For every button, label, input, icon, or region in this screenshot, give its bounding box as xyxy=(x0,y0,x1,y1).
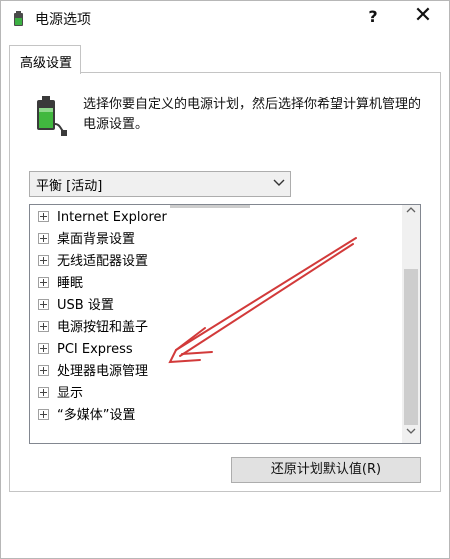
tree-item-power-buttons-lid[interactable]: 电源按钮和盖子 xyxy=(38,317,148,339)
vertical-scrollbar[interactable] xyxy=(402,205,420,443)
restore-defaults-button[interactable]: 还原计划默认值(R) xyxy=(231,457,421,483)
chevron-down-icon xyxy=(406,428,416,434)
scroll-down-button[interactable] xyxy=(402,426,420,443)
tree-item-usb[interactable]: USB 设置 xyxy=(38,295,114,317)
tree-item-label: 睡眠 xyxy=(57,276,84,291)
window-title: 电源选项 xyxy=(35,12,91,28)
power-settings-tree[interactable]: Internet Explorer 桌面背景设置 无线适配器设置 睡眠 USB … xyxy=(29,204,421,444)
tree-item-internet-explorer[interactable]: Internet Explorer xyxy=(38,207,167,229)
expand-icon[interactable] xyxy=(38,343,49,354)
tree-item-label: “多媒体”设置 xyxy=(57,408,136,423)
tree-item-desktop-background[interactable]: 桌面背景设置 xyxy=(38,229,135,251)
tree-item-label: 桌面背景设置 xyxy=(57,232,136,247)
description-text: 选择你要自定义的电源计划，然后选择你希望计算机管理的电源设置。 xyxy=(83,97,422,132)
expand-icon[interactable] xyxy=(38,365,49,376)
tree-item-display[interactable]: 显示 xyxy=(38,383,83,405)
title-bar: 电源选项 ? ✕ xyxy=(1,1,449,35)
tree-item-label: USB 设置 xyxy=(57,298,114,313)
power-plan-select[interactable]: 平衡 [活动] xyxy=(29,171,291,197)
expand-icon[interactable] xyxy=(38,387,49,398)
power-plan-select-value: 平衡 [活动] xyxy=(36,179,103,194)
tree-item-label: Internet Explorer xyxy=(57,210,167,225)
tree-item-processor-power[interactable]: 处理器电源管理 xyxy=(38,361,148,383)
chevron-up-icon xyxy=(406,207,416,213)
tree-item-label: 显示 xyxy=(57,386,84,401)
tab-advanced-settings[interactable]: 高级设置 xyxy=(9,45,81,74)
scrollbar-thumb[interactable] xyxy=(404,269,418,425)
tree-item-label: PCI Express xyxy=(57,342,133,357)
expand-icon[interactable] xyxy=(38,255,49,266)
scroll-up-button[interactable] xyxy=(402,205,420,222)
scroll-position-marker xyxy=(170,205,250,208)
power-options-window: 电源选项 ? ✕ 高级设置 选择你要自定义的电源计划，然后选择你希望计算机管理的… xyxy=(0,0,450,559)
tree-item-pci-express[interactable]: PCI Express xyxy=(38,339,133,361)
expand-icon[interactable] xyxy=(38,321,49,332)
expand-icon[interactable] xyxy=(38,299,49,310)
battery-plug-icon xyxy=(37,96,67,136)
power-options-icon xyxy=(14,11,23,26)
tree-item-sleep[interactable]: 睡眠 xyxy=(38,273,83,295)
close-button[interactable]: ✕ xyxy=(405,3,441,31)
tree-item-multimedia[interactable]: “多媒体”设置 xyxy=(38,405,135,427)
expand-icon[interactable] xyxy=(38,233,49,244)
expand-icon[interactable] xyxy=(38,409,49,420)
expand-icon[interactable] xyxy=(38,211,49,222)
tree-item-label: 处理器电源管理 xyxy=(57,364,149,379)
help-button[interactable]: ? xyxy=(361,5,385,29)
tree-item-wireless-adapter[interactable]: 无线适配器设置 xyxy=(38,251,148,273)
chevron-down-icon xyxy=(273,179,285,186)
tree-item-label: 无线适配器设置 xyxy=(57,254,149,269)
expand-icon[interactable] xyxy=(38,277,49,288)
tab-label: 高级设置 xyxy=(20,56,73,71)
tree-item-label: 电源按钮和盖子 xyxy=(57,320,149,335)
